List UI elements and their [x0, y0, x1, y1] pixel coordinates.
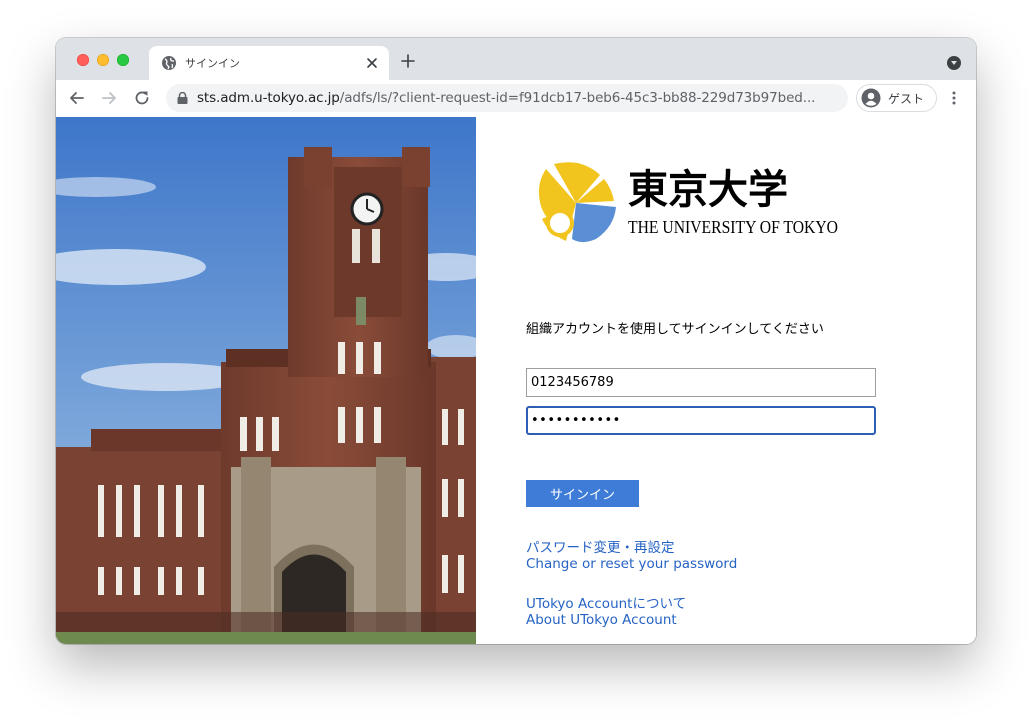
- window-close-button[interactable]: [77, 54, 89, 66]
- about-account-link-en[interactable]: About UTokyo Account: [526, 612, 677, 628]
- logo-english: THE UNIVERSITY OF TOKYO: [628, 217, 838, 237]
- tab-search-icon[interactable]: [947, 56, 961, 70]
- signin-button[interactable]: サインイン: [526, 480, 639, 507]
- url-path: /adfs/ls/?client-request-id=f91dcb17-beb…: [339, 90, 816, 106]
- signin-prompt: 組織アカウントを使用してサインインしてください: [526, 322, 824, 337]
- forward-icon[interactable]: [100, 89, 118, 107]
- back-icon[interactable]: [68, 89, 86, 107]
- plus-icon[interactable]: [401, 54, 415, 68]
- address-bar[interactable]: sts.adm.u-tokyo.ac.jp/adfs/ls/?client-re…: [166, 84, 848, 112]
- username-input[interactable]: [526, 368, 876, 397]
- signin-panel: 東京大学 THE UNIVERSITY OF TOKYO 組織アカウントを使用し…: [476, 117, 976, 644]
- browser-window: サインイン sts.adm.u-tokyo.ac.jp/adfs/ls/?cli…: [56, 38, 976, 644]
- kebab-menu-icon[interactable]: [946, 90, 962, 106]
- globe-icon: [162, 56, 176, 70]
- logo-kanji: 東京大学: [628, 166, 788, 213]
- url-text: sts.adm.u-tokyo.ac.jp/adfs/ls/?client-re…: [197, 90, 815, 106]
- tab-title: サインイン: [185, 57, 240, 70]
- about-account-link-ja[interactable]: UTokyo Accountについて: [526, 592, 686, 612]
- url-host: sts.adm.u-tokyo.ac.jp: [197, 90, 340, 106]
- window-zoom-button[interactable]: [117, 54, 129, 66]
- toolbar: sts.adm.u-tokyo.ac.jp/adfs/ls/?client-re…: [56, 80, 976, 118]
- browser-tab[interactable]: サインイン: [149, 46, 389, 80]
- ginkgo-emblem-icon: [538, 162, 616, 242]
- profile-label: ゲスト: [888, 92, 925, 106]
- change-password-link-en[interactable]: Change or reset your password: [526, 556, 737, 572]
- page-content: 東京大学 THE UNIVERSITY OF TOKYO 組織アカウントを使用し…: [56, 117, 976, 644]
- password-input[interactable]: [526, 406, 876, 435]
- reload-icon[interactable]: [133, 89, 151, 107]
- avatar-icon: [861, 88, 881, 108]
- window-minimize-button[interactable]: [97, 54, 109, 66]
- change-password-link-ja[interactable]: パスワード変更・再設定: [526, 536, 675, 556]
- close-icon[interactable]: [365, 56, 379, 70]
- campus-photo: [56, 117, 476, 644]
- utokyo-logo: 東京大学 THE UNIVERSITY OF TOKYO: [538, 162, 838, 242]
- lock-icon[interactable]: [177, 92, 188, 104]
- tab-strip: サインイン: [56, 38, 976, 80]
- profile-button[interactable]: ゲスト: [856, 84, 937, 112]
